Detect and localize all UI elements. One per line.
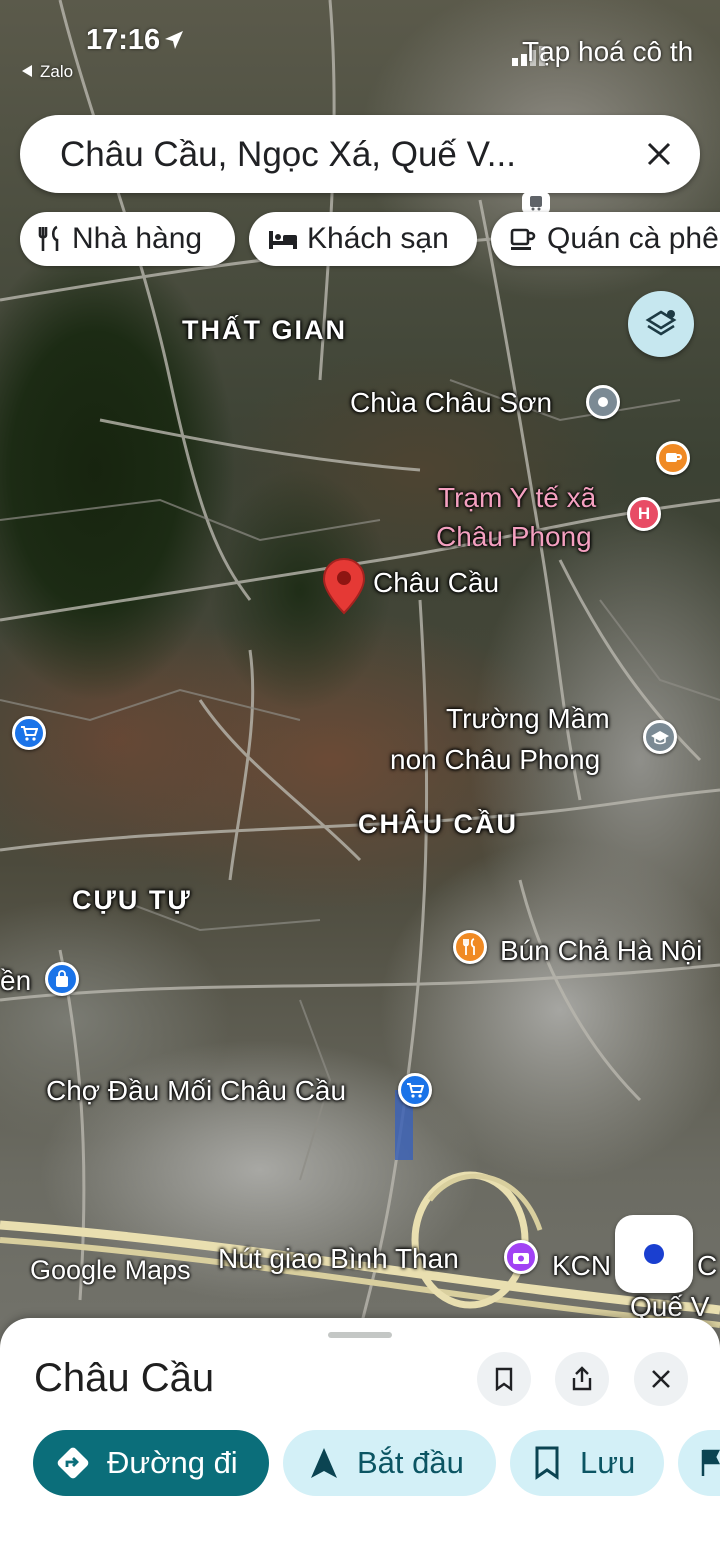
directions-icon	[57, 1447, 89, 1479]
save-label: Lưu	[580, 1445, 636, 1480]
search-input[interactable]: Châu Cầu, Ngọc Xá, Quế V...	[60, 135, 516, 175]
bookmark-icon	[535, 1446, 559, 1480]
poi-label-truong-line2[interactable]: non Châu Phong	[390, 744, 600, 776]
school-icon[interactable]	[643, 720, 677, 754]
close-icon	[652, 1370, 670, 1388]
camera-pin-icon[interactable]	[504, 1240, 538, 1274]
poi-label-kcn[interactable]: KCN	[552, 1250, 611, 1282]
navigation-arrow-icon	[311, 1448, 337, 1478]
place-title: Châu Cầu	[34, 1356, 215, 1400]
close-sheet-button[interactable]	[634, 1352, 688, 1406]
bookmark-outline-icon	[495, 1367, 513, 1391]
restaurant-pin-icon[interactable]	[453, 930, 487, 964]
chip-restaurants[interactable]: Nhà hàng	[20, 212, 235, 266]
poi-label-truong-line1[interactable]: Trường Mầm	[446, 703, 610, 735]
hotel-icon	[269, 231, 297, 249]
start-label: Bắt đầu	[357, 1445, 464, 1480]
chip-hotels[interactable]: Khách sạn	[249, 212, 477, 266]
share-button[interactable]	[555, 1352, 609, 1406]
poi-label-chua-chau-son[interactable]: Chùa Châu Sơn	[350, 387, 552, 419]
location-arrow-icon	[162, 28, 186, 57]
poi-label-bun-cha[interactable]: Bún Chả Hà Nội	[500, 935, 702, 967]
more-actions-button-partial[interactable]	[678, 1430, 720, 1496]
save-bookmark-button[interactable]	[477, 1352, 531, 1406]
search-bar[interactable]: Châu Cầu, Ngọc Xá, Quế V...	[20, 115, 700, 193]
area-label-that-gian: THẤT GIAN	[182, 315, 347, 345]
chip-label: Nhà hàng	[72, 222, 203, 255]
my-location-button[interactable]	[615, 1215, 693, 1293]
poi-label-partial-en[interactable]: ền	[0, 965, 31, 997]
save-button[interactable]: Lưu	[510, 1430, 664, 1496]
close-icon	[647, 142, 671, 166]
google-maps-attribution: Google Maps	[30, 1255, 191, 1285]
poi-label-nut-giao[interactable]: Nút giao Bình Than	[218, 1243, 459, 1275]
poi-label-tram-y-te-line1[interactable]: Trạm Y tế xã	[438, 480, 596, 516]
layers-icon	[645, 310, 677, 336]
clear-search-button[interactable]	[638, 133, 680, 175]
place-of-worship-icon[interactable]	[586, 385, 620, 419]
selected-place-label: Châu Cầu	[373, 567, 500, 598]
sheet-drag-handle[interactable]	[328, 1332, 392, 1338]
back-arrow-icon[interactable]	[20, 63, 34, 84]
start-navigation-button[interactable]: Bắt đầu	[283, 1430, 496, 1496]
area-label-chau-cau: CHÂU CẦU	[358, 809, 518, 839]
chip-label: Quán cà phê	[547, 222, 719, 255]
poi-label-partial-c[interactable]: C	[697, 1250, 717, 1282]
share-icon	[572, 1366, 592, 1391]
poi-label-cho-dau-moi[interactable]: Chợ Đầu Mối Châu Cầu	[46, 1075, 346, 1107]
status-time: 17:16	[86, 24, 161, 56]
selected-location-pin-icon[interactable]	[322, 557, 366, 620]
area-label-cuu-tu: CỰU TỰ	[72, 885, 192, 915]
directions-button[interactable]: Đường đi	[33, 1430, 269, 1496]
coffee-icon	[510, 228, 536, 250]
hospital-icon[interactable]: H	[627, 497, 661, 531]
flag-icon	[701, 1449, 720, 1476]
directions-label: Đường đi	[107, 1445, 238, 1480]
shopping-cart-pin-icon[interactable]	[12, 716, 46, 750]
map-label-tap-hoa-overlay: Tạp hoá cô th	[522, 36, 694, 67]
poi-label-tram-y-te-line2[interactable]: Châu Phong	[436, 519, 592, 555]
map-layers-button[interactable]	[628, 291, 694, 357]
chip-label: Khách sạn	[307, 222, 449, 255]
coffee-pin-icon[interactable]	[656, 441, 690, 475]
chip-cafes[interactable]: Quán cà phê	[491, 212, 720, 266]
transit-bus-icon[interactable]	[522, 192, 550, 214]
back-to-app-label[interactable]: Zalo	[40, 62, 73, 82]
place-bottom-sheet[interactable]: Châu Cầu Đường đi Bắt đầu Lưu	[0, 1318, 720, 1564]
market-cart-pin-icon[interactable]	[398, 1073, 432, 1107]
restaurant-icon	[38, 225, 59, 251]
shopping-bag-pin-icon[interactable]	[45, 962, 79, 996]
my-location-icon	[644, 1244, 664, 1264]
